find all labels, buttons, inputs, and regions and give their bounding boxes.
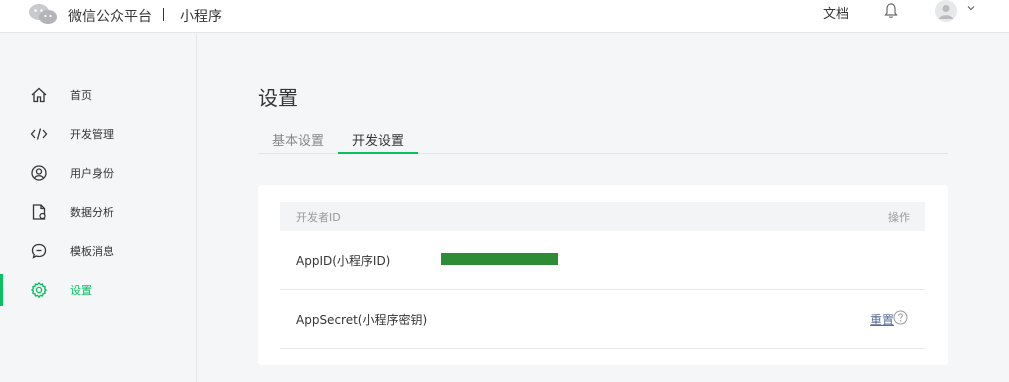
header-separator — [163, 8, 164, 21]
home-icon — [31, 87, 47, 103]
code-icon — [30, 128, 48, 140]
appid-value-redacted — [441, 253, 558, 265]
product-name: 小程序 — [180, 9, 222, 25]
sidebar: 首页 开发管理 用户身份 数据分析 模板消息 设置 — [0, 34, 197, 382]
help-icon[interactable] — [893, 310, 908, 325]
user-circle-icon — [31, 165, 47, 181]
tab-bar: 基本设置 开发设置 — [258, 124, 948, 154]
sidebar-item-settings[interactable]: 设置 — [0, 274, 197, 306]
docs-link[interactable]: 文档 — [823, 3, 849, 22]
table-header: 开发者ID 操作 — [280, 202, 925, 231]
message-icon — [31, 243, 47, 259]
platform-name[interactable]: 微信公众平台 — [68, 6, 152, 26]
sidebar-item-template-message[interactable]: 模板消息 — [0, 235, 197, 267]
sidebar-item-data-analysis[interactable]: 数据分析 — [0, 196, 197, 228]
sidebar-item-label: 首页 — [70, 89, 92, 102]
developer-id-card: 开发者ID 操作 AppID(小程序ID) AppSecret(小程序密钥) 重… — [258, 185, 948, 365]
column-header-action: 操作 — [888, 211, 910, 224]
top-bar: 微信公众平台 小程序 文档 — [0, 0, 1009, 33]
chevron-down-icon[interactable] — [966, 3, 976, 13]
active-indicator — [0, 274, 3, 306]
sidebar-item-label: 数据分析 — [70, 206, 114, 219]
sidebar-item-home[interactable]: 首页 — [0, 79, 197, 111]
tab-dev-settings[interactable]: 开发设置 — [352, 130, 404, 149]
sidebar-item-user-identity[interactable]: 用户身份 — [0, 157, 197, 189]
appsecret-label: AppSecret(小程序密钥) — [296, 313, 428, 327]
wechat-logo-icon[interactable] — [28, 2, 58, 26]
sidebar-item-label: 开发管理 — [70, 128, 114, 141]
active-tab-indicator — [338, 152, 418, 154]
column-header-developer-id: 开发者ID — [296, 211, 341, 224]
page-title: 设置 — [258, 86, 298, 110]
gear-icon — [31, 282, 47, 298]
sidebar-item-label: 模板消息 — [70, 245, 114, 258]
bell-icon[interactable] — [883, 2, 899, 20]
tab-basic-settings[interactable]: 基本设置 — [272, 130, 324, 149]
avatar[interactable] — [935, 0, 957, 22]
appid-label: AppID(小程序ID) — [296, 254, 391, 268]
main-content: 设置 基本设置 开发设置 开发者ID 操作 AppID(小程序ID) AppSe… — [198, 34, 1009, 382]
sidebar-item-label: 用户身份 — [70, 167, 114, 180]
table-row: AppID(小程序ID) — [280, 231, 925, 290]
data-file-icon — [32, 204, 46, 220]
sidebar-item-label: 设置 — [70, 284, 92, 297]
sidebar-item-dev-management[interactable]: 开发管理 — [0, 118, 197, 150]
table-row: AppSecret(小程序密钥) 重置 — [280, 290, 925, 349]
user-avatar-icon — [939, 5, 953, 19]
reset-secret-link[interactable]: 重置 — [870, 311, 894, 328]
